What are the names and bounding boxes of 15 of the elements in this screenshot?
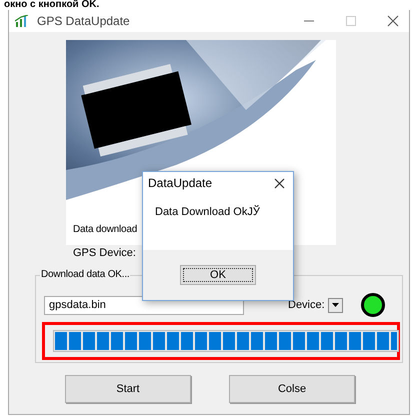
device-label: GPS Device: <box>73 247 137 261</box>
status-label: Data download <box>73 224 138 235</box>
dialog-message: Data Download OkJЎ <box>155 206 260 218</box>
close-icon[interactable] <box>387 15 399 27</box>
window-title: GPS DataUpdate <box>37 14 130 28</box>
action-button[interactable]: Start <box>65 375 191 403</box>
ok-button[interactable]: OK <box>180 265 256 285</box>
group-title: Download data OK... <box>40 269 130 280</box>
close-icon[interactable] <box>274 178 285 188</box>
dropdown-arrow-icon <box>332 303 339 307</box>
bar-chart-icon <box>15 15 29 27</box>
dialog-title: DataUpdate <box>148 176 212 190</box>
action-button[interactable]: Colse <box>229 375 355 403</box>
device-dropdown[interactable] <box>328 298 343 312</box>
device-text: Device: <box>288 299 325 311</box>
